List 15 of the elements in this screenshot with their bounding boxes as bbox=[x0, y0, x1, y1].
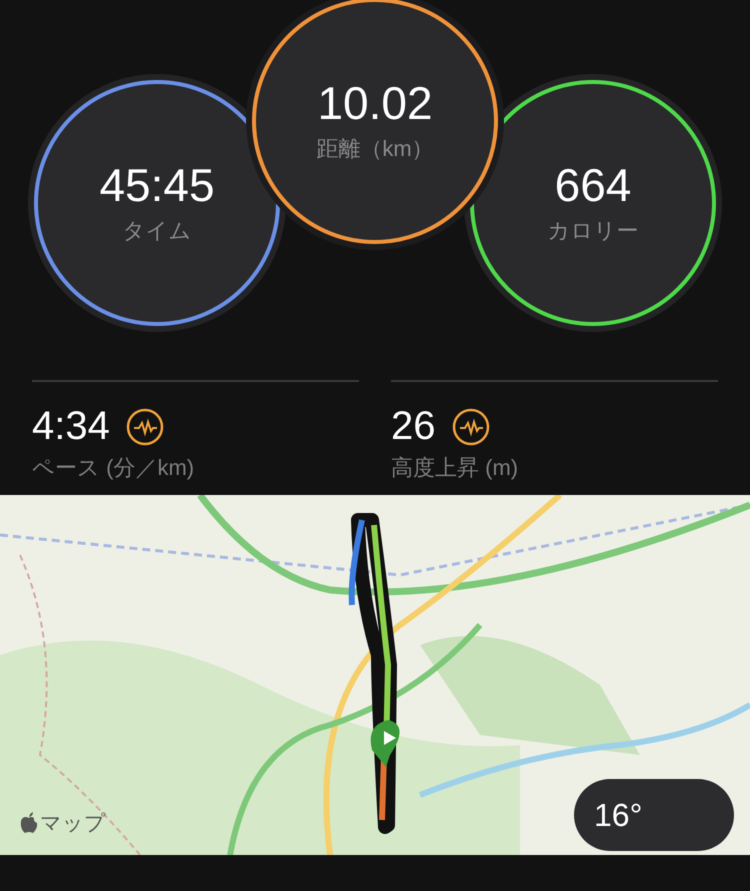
ring-value: 10.02 bbox=[317, 78, 433, 128]
stat-value: 4:34 bbox=[32, 404, 110, 449]
ring-label: カロリー bbox=[548, 217, 638, 246]
waveform-icon bbox=[126, 408, 164, 446]
ring-label: 距離（km） bbox=[316, 135, 434, 164]
ring-value: 664 bbox=[554, 160, 632, 210]
stat-label: 高度上昇 (m) bbox=[391, 454, 520, 482]
fruit-icon bbox=[20, 812, 38, 834]
stat-value: 26 bbox=[391, 404, 436, 449]
ring-value: 45:45 bbox=[99, 160, 215, 210]
temperature-badge: 16° bbox=[574, 779, 734, 851]
stat-label: ペース (分／km) bbox=[32, 454, 196, 482]
ring-label: タイム bbox=[122, 217, 192, 246]
waveform-icon bbox=[452, 408, 490, 446]
map-attribution: マップ bbox=[40, 811, 106, 837]
